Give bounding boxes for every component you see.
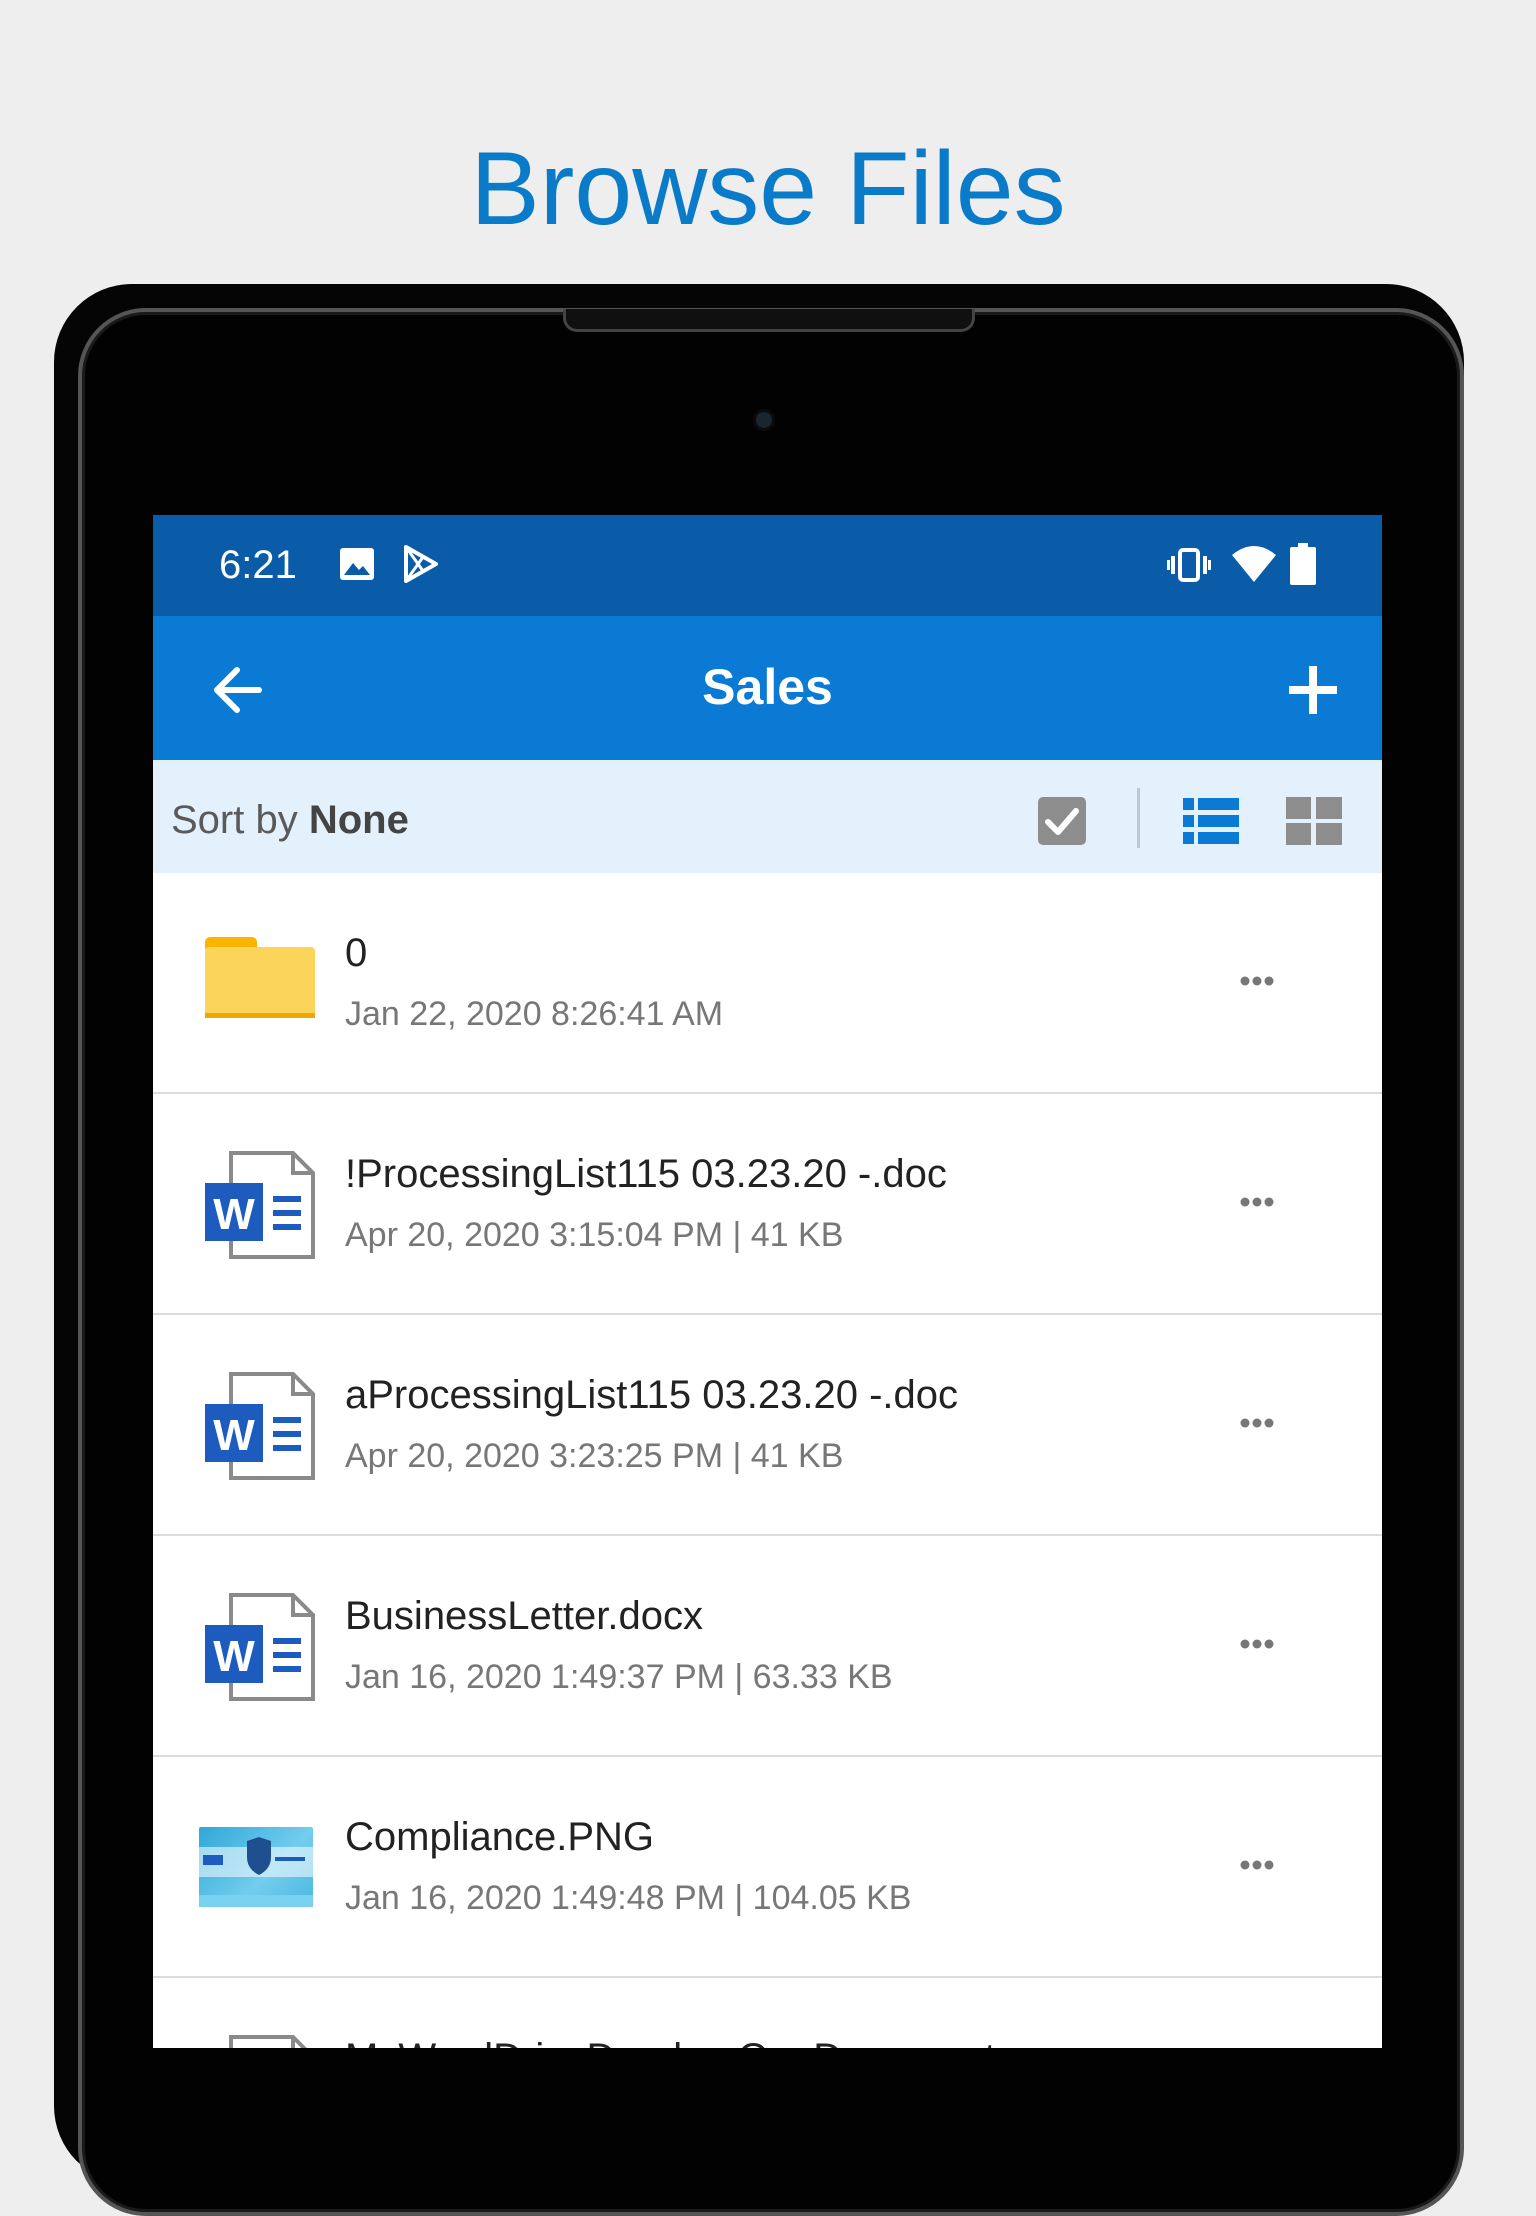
ellipsis-icon bbox=[1240, 1197, 1274, 1207]
vibrate-icon bbox=[1167, 548, 1211, 582]
tablet-notch bbox=[563, 309, 975, 332]
svg-text:W: W bbox=[213, 1190, 255, 1239]
grid-view-button[interactable] bbox=[1286, 796, 1342, 846]
play-store-icon bbox=[404, 545, 438, 583]
more-options-button[interactable] bbox=[1233, 1190, 1281, 1214]
file-meta: Jan 16, 2020 1:49:48 PM | 104.05 KB bbox=[345, 1879, 912, 1917]
file-meta: Jan 22, 2020 8:26:41 AM bbox=[345, 995, 724, 1033]
file-name: !ProcessingList115 03.23.20 -.doc bbox=[345, 1152, 947, 1196]
list-item[interactable]: W !ProcessingList115 03.23.20 -.doc Apr … bbox=[153, 1094, 1382, 1315]
list-view-icon bbox=[1183, 798, 1239, 844]
file-name: BusinessLetter.docx bbox=[345, 1594, 703, 1638]
app-bar: Sales bbox=[153, 616, 1382, 760]
list-item[interactable]: W aProcessingList115 03.23.20 -.doc Apr … bbox=[153, 1315, 1382, 1536]
battery-icon bbox=[1290, 543, 1316, 585]
front-camera bbox=[756, 412, 772, 428]
checkbox-icon bbox=[1038, 797, 1086, 845]
status-time: 6:21 bbox=[219, 543, 297, 587]
word-doc-icon: W bbox=[205, 1151, 315, 1259]
page-headline: Browse Files bbox=[470, 131, 1066, 247]
image-thumbnail bbox=[199, 1827, 313, 1907]
svg-text:W: W bbox=[213, 1411, 255, 1460]
file-list: 0 Jan 22, 2020 8:26:41 AM W !ProcessingL… bbox=[153, 873, 1382, 2048]
file-name: MsWordDriveDropboxOneDocument bbox=[345, 2036, 996, 2048]
list-item[interactable]: W BusinessLetter.docx Jan 16, 2020 1:49:… bbox=[153, 1536, 1382, 1757]
sort-prefix: Sort by bbox=[171, 798, 298, 842]
more-options-button[interactable] bbox=[1233, 1632, 1281, 1656]
status-bar: 6:21 bbox=[153, 515, 1382, 616]
file-meta: Apr 20, 2020 3:23:25 PM | 41 KB bbox=[345, 1437, 844, 1475]
file-name: 0 bbox=[345, 931, 368, 975]
file-meta: Jan 16, 2020 1:49:37 PM | 63.33 KB bbox=[345, 1658, 893, 1696]
word-doc-icon: W bbox=[205, 1372, 315, 1480]
app-screen: 6:21 Sales Sort by None 0 Jan 22, 2020 8… bbox=[153, 515, 1382, 2048]
grid-view-icon bbox=[1286, 797, 1342, 845]
list-item[interactable]: Compliance.PNG Jan 16, 2020 1:49:48 PM |… bbox=[153, 1757, 1382, 1978]
file-name: Compliance.PNG bbox=[345, 1815, 655, 1859]
sort-selector[interactable]: Sort by None bbox=[171, 798, 409, 843]
more-options-button[interactable] bbox=[1233, 1411, 1281, 1435]
ellipsis-icon bbox=[1240, 976, 1274, 986]
file-name: aProcessingList115 03.23.20 -.doc bbox=[345, 1373, 958, 1417]
more-options-button[interactable] bbox=[1233, 1853, 1281, 1877]
select-mode-button[interactable] bbox=[1037, 796, 1087, 846]
list-view-button[interactable] bbox=[1183, 796, 1239, 846]
list-item[interactable]: 0 Jan 22, 2020 8:26:41 AM bbox=[153, 873, 1382, 1094]
list-item[interactable]: MsWordDriveDropboxOneDocument bbox=[153, 1978, 1382, 2048]
file-meta: Apr 20, 2020 3:15:04 PM | 41 KB bbox=[345, 1216, 844, 1254]
sort-value: None bbox=[308, 798, 409, 842]
more-options-button[interactable] bbox=[1233, 969, 1281, 993]
image-icon bbox=[340, 548, 374, 580]
folder-icon bbox=[205, 937, 315, 1018]
ellipsis-icon bbox=[1240, 1860, 1274, 1870]
ellipsis-icon bbox=[1240, 1639, 1274, 1649]
add-button[interactable] bbox=[1283, 660, 1343, 720]
svg-text:W: W bbox=[213, 1632, 255, 1681]
wifi-icon bbox=[1232, 546, 1276, 582]
sort-toolbar: Sort by None bbox=[153, 760, 1382, 873]
thumbnail-graphic bbox=[199, 1837, 313, 1907]
toolbar-divider bbox=[1137, 788, 1140, 848]
ellipsis-icon bbox=[1240, 1418, 1274, 1428]
plus-icon bbox=[1289, 666, 1337, 714]
word-doc-icon bbox=[229, 2035, 307, 2048]
folder-title: Sales bbox=[702, 659, 833, 715]
word-doc-icon: W bbox=[205, 1593, 315, 1701]
